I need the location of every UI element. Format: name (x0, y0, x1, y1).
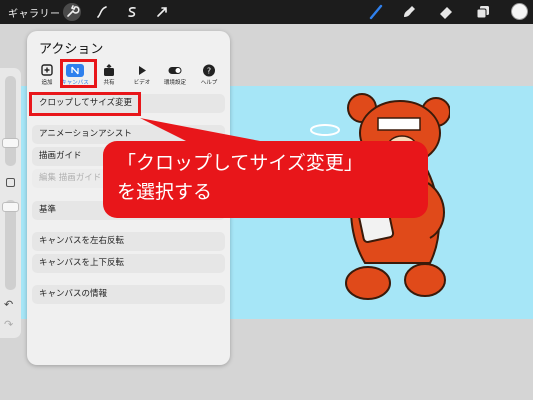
opacity-knob[interactable] (2, 202, 19, 212)
eraser-icon[interactable] (437, 3, 455, 21)
modify-button[interactable] (6, 178, 15, 187)
video-icon (139, 66, 146, 75)
magic-wand-icon[interactable] (93, 3, 111, 21)
gallery-button[interactable]: ギャラリー (8, 5, 61, 20)
menu-item-canvas-info[interactable]: キャンバスの情報 (32, 285, 225, 304)
selection-icon[interactable] (123, 3, 141, 21)
undo-icon[interactable]: ↶ (4, 298, 13, 311)
brush-size-knob[interactable] (2, 138, 19, 148)
menu-item-flip-horizontal[interactable]: キャンバスを左右反転 (32, 232, 225, 251)
brush-sliders-sidebar: ↶ ↷ (0, 68, 21, 338)
add-icon (41, 64, 53, 76)
brush-size-slider[interactable] (5, 76, 16, 166)
tab-video[interactable]: ビデオ (127, 64, 157, 90)
tab-add[interactable]: 追加 (32, 64, 62, 90)
transform-arrow-icon[interactable] (153, 3, 171, 21)
highlight-canvas-tab (60, 59, 97, 88)
color-picker-button[interactable] (511, 3, 528, 20)
tab-share[interactable]: 共有 (94, 64, 124, 90)
smudge-icon[interactable] (400, 3, 418, 21)
tab-preferences[interactable]: 環境設定 (160, 64, 190, 90)
tab-help[interactable]: ? ヘルプ (194, 64, 224, 90)
callout-line-1: 「クロップしてサイズ変更」 (117, 152, 363, 174)
callout-line-2: を選択する (117, 181, 213, 203)
brush-icon[interactable] (367, 3, 385, 21)
instruction-callout: 「クロップしてサイズ変更」 を選択する (103, 141, 428, 218)
share-icon (104, 64, 114, 76)
menu-item-flip-vertical[interactable]: キャンバスを上下反転 (32, 254, 225, 273)
wrench-icon[interactable] (63, 3, 81, 21)
highlight-crop-item (29, 92, 141, 116)
layers-icon[interactable] (474, 3, 492, 21)
panel-title: アクション (39, 42, 104, 57)
top-toolbar: ギャラリー (0, 0, 533, 24)
opacity-slider[interactable] (5, 200, 16, 290)
redo-icon[interactable]: ↷ (4, 318, 13, 331)
svg-text:?: ? (207, 67, 211, 76)
help-icon: ? (203, 64, 215, 77)
toggle-icon (168, 67, 182, 74)
